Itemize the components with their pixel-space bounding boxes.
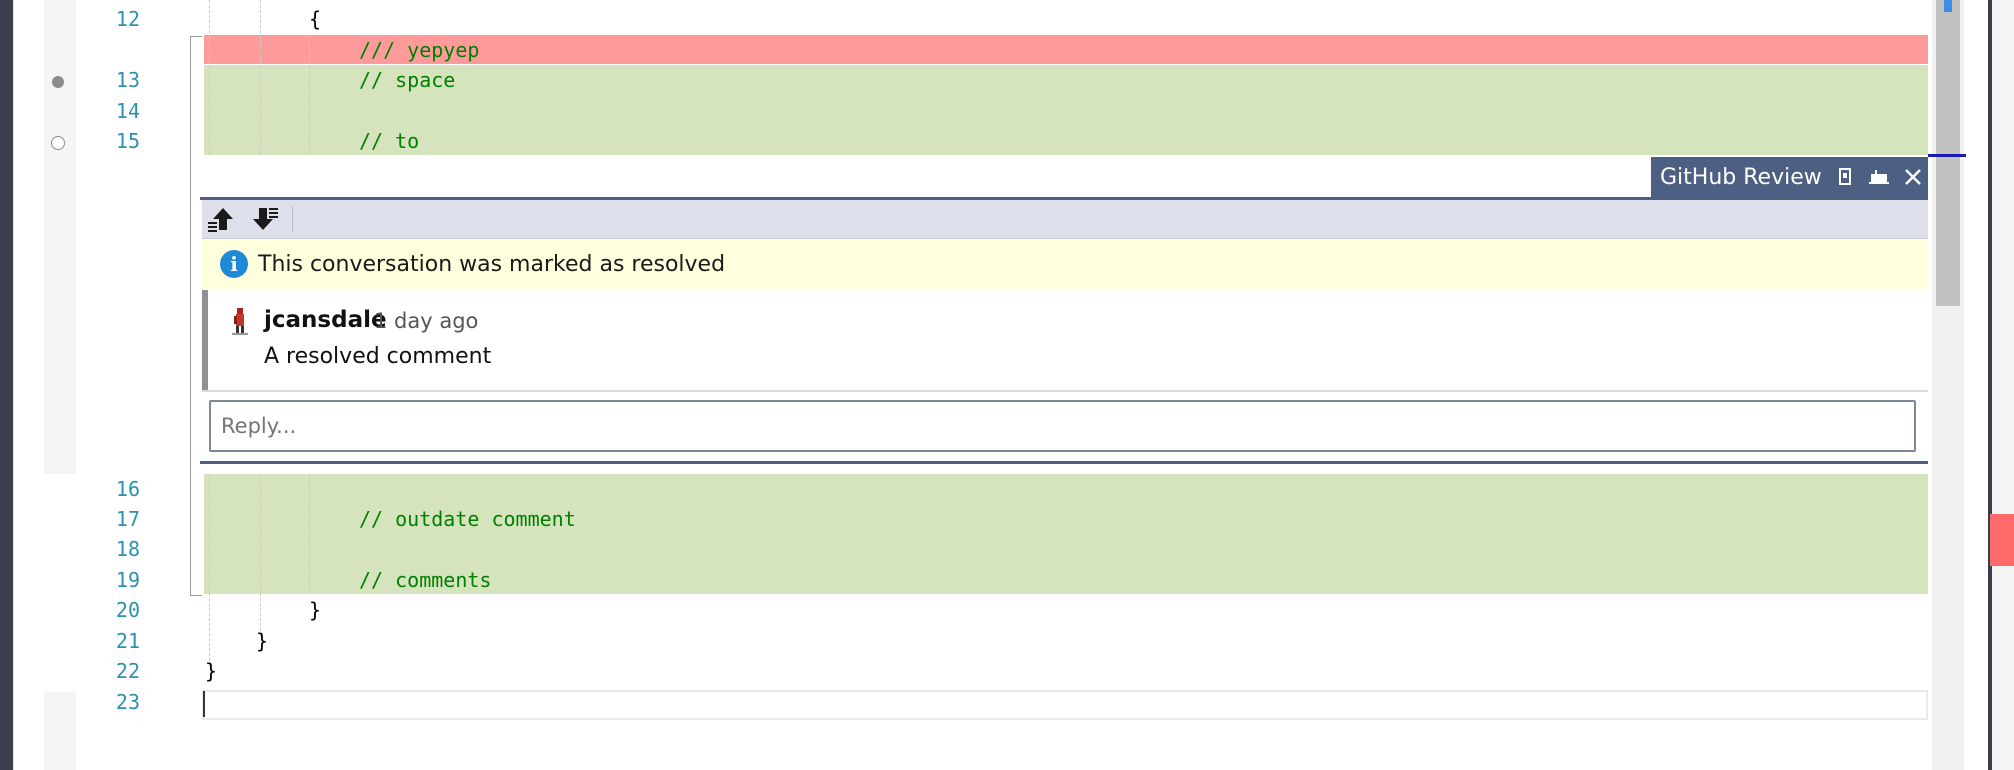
- glyph-margin[interactable]: [13, 0, 44, 770]
- comment-author[interactable]: jcansdale: [264, 307, 387, 333]
- review-outline-top: [190, 36, 202, 37]
- toolbar-separator: [292, 206, 293, 232]
- scrollbar-thumb[interactable]: [1936, 0, 1960, 306]
- dock-icon[interactable]: [1868, 166, 1890, 188]
- line-number: 21: [115, 629, 140, 653]
- review-bottom-border: [200, 461, 1928, 464]
- resolved-info-bar: i This conversation was marked as resolv…: [202, 239, 1928, 289]
- info-icon: i: [220, 250, 248, 278]
- change-marker[interactable]: [1990, 514, 2014, 566]
- info-message: This conversation was marked as resolved: [258, 251, 726, 277]
- breakpoint-filled-icon[interactable]: [52, 76, 64, 88]
- review-title: GitHub Review: [1660, 164, 1822, 190]
- code-line[interactable]: {: [309, 4, 321, 34]
- current-line-highlight[interactable]: [202, 690, 1928, 720]
- indent-guide: [209, 0, 210, 155]
- comment-timestamp: 1 day ago: [374, 309, 479, 333]
- breakpoint-empty-icon[interactable]: [51, 136, 65, 150]
- line-number: 16: [115, 477, 140, 501]
- code-line[interactable]: // space: [359, 65, 455, 95]
- indent-guide: [260, 474, 261, 636]
- line-number: 12: [115, 7, 140, 31]
- code-line[interactable]: }: [205, 656, 217, 686]
- indent-guide: [309, 35, 310, 155]
- indent-guide: [260, 0, 261, 155]
- code-line[interactable]: // outdate comment: [359, 504, 576, 534]
- indent-guide: [209, 474, 210, 666]
- left-window-edge: [0, 0, 13, 770]
- scrollbar-marker: [1944, 0, 1952, 12]
- pin-icon[interactable]: [1834, 166, 1856, 188]
- code-line[interactable]: // to: [359, 126, 419, 156]
- line-number: 14: [115, 99, 140, 123]
- caret-position-marker: [1928, 154, 1966, 157]
- line-number: 13: [115, 68, 140, 92]
- review-outline: [190, 36, 191, 596]
- indent-guide: [309, 474, 310, 594]
- line-number: 23: [115, 690, 140, 714]
- avatar[interactable]: [230, 308, 250, 336]
- next-comment-icon[interactable]: [250, 205, 280, 233]
- gutter-lower: [44, 474, 76, 692]
- reply-input[interactable]: [209, 400, 1916, 452]
- code-line[interactable]: // comments: [359, 565, 491, 595]
- line-number: 20: [115, 598, 140, 622]
- comment-left-bar: [202, 290, 208, 390]
- comment-body: A resolved comment: [264, 344, 492, 369]
- close-icon[interactable]: [1902, 166, 1924, 188]
- text-cursor: [203, 691, 205, 717]
- review-outline-bottom: [190, 595, 202, 596]
- right-pane: [1966, 0, 1988, 770]
- line-number: 19: [115, 568, 140, 592]
- comment-card: [202, 290, 1928, 390]
- line-number: 15: [115, 129, 140, 153]
- comment-separator: [202, 390, 1928, 392]
- added-lines-highlight-top: [204, 65, 1928, 155]
- line-number: 18: [115, 537, 140, 561]
- github-review-header: GitHub Review: [1651, 157, 1928, 197]
- line-number: 22: [115, 659, 140, 683]
- code-line-deleted[interactable]: /// yepyep: [359, 35, 479, 65]
- code-line[interactable]: }: [309, 595, 321, 625]
- code-line[interactable]: }: [256, 626, 268, 656]
- review-toolbar: [202, 200, 1928, 239]
- line-number: 17: [115, 507, 140, 531]
- overview-margin[interactable]: [1992, 0, 2014, 770]
- previous-comment-icon[interactable]: [206, 205, 236, 233]
